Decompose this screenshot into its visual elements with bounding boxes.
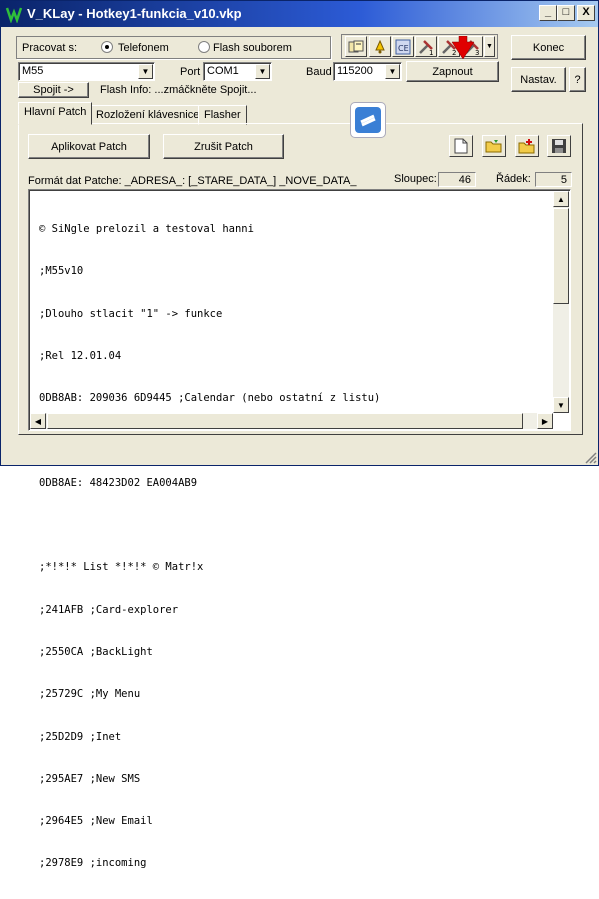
baud-select[interactable]: 115200 ▼ <box>333 62 402 81</box>
toolbar-dropdown-icon[interactable]: ▼ <box>484 36 495 57</box>
svg-text:3: 3 <box>475 49 479 55</box>
baud-label: Baud <box>306 66 332 78</box>
editor-line: ;Rel 12.01.04 <box>39 350 122 363</box>
bell-icon[interactable] <box>369 36 391 57</box>
resize-grip-icon[interactable] <box>584 451 597 464</box>
open-folder-icon[interactable] <box>482 135 506 157</box>
sloupec-label: Sloupec: <box>394 173 437 185</box>
port-value: COM1 <box>207 65 239 77</box>
editor-line: ;Dlouho stlacit "1" -> funkce <box>39 307 223 320</box>
spojit-button[interactable]: Spojit -> <box>18 82 89 98</box>
zapnout-button[interactable]: Zapnout <box>406 61 499 82</box>
editor-line: 0DB8AE: 48423D02 EA004AB9 <box>39 476 198 489</box>
model-value: M55 <box>22 65 44 77</box>
window-title: V_KLay - Hotkey1-funkcia_v10.vkp <box>27 6 242 21</box>
new-file-icon[interactable] <box>449 135 473 157</box>
vertical-scroll-thumb[interactable] <box>553 208 569 304</box>
editor-line: ;2978E9 ;incoming <box>39 857 147 870</box>
radio-flash-file[interactable] <box>198 41 210 53</box>
baud-value: 115200 <box>337 65 373 77</box>
radek-label: Řádek: <box>496 173 531 185</box>
editor-line: ;2964E5 ;New Email <box>39 815 153 828</box>
port-label: Port <box>180 66 201 78</box>
patch-editor[interactable]: © SiNgle prelozil a testoval hanni ;M55v… <box>28 189 571 869</box>
svg-text:1: 1 <box>429 49 433 55</box>
editor-line: ;2550CA ;BackLight <box>39 646 153 658</box>
model-select[interactable]: M55 ▼ <box>18 62 155 81</box>
konec-button[interactable]: Konec <box>511 35 586 60</box>
chevron-down-icon[interactable]: ▼ <box>385 64 400 79</box>
ce-icon[interactable]: CE <box>392 36 414 57</box>
add-folder-icon[interactable] <box>515 135 539 157</box>
editor-line: 0DB8AB: 209036 6D9445 ;Calendar (nebo os… <box>39 392 381 405</box>
tools-1-icon[interactable]: 1 <box>415 36 437 57</box>
app-window: V_KLay - Hotkey1-funkcia_v10.vkp _ □ X P… <box>0 0 599 869</box>
scroll-down-icon[interactable]: ▼ <box>553 397 569 413</box>
sloupec-value: 46 <box>438 172 476 187</box>
pracovat-label: Pracovat s: <box>22 42 78 54</box>
chevron-down-icon[interactable]: ▼ <box>255 64 270 79</box>
siemens-logo <box>350 102 386 138</box>
red-arrow-icon <box>451 36 475 60</box>
radek-value: 5 <box>535 172 572 187</box>
tab-flasher[interactable]: Flasher <box>198 105 247 125</box>
tab-hlavni-patch[interactable]: Hlavní Patch <box>18 102 93 125</box>
editor-line: ;25729C ;My Menu <box>39 688 141 701</box>
horizontal-scroll-thumb[interactable] <box>47 413 523 429</box>
horizontal-scrollbar[interactable]: ◀ ▶ <box>30 413 553 429</box>
apply-patch-button[interactable]: Aplikovat Patch <box>28 134 150 159</box>
save-disk-icon[interactable] <box>547 135 571 157</box>
scroll-left-icon[interactable]: ◀ <box>30 413 46 429</box>
flash-info-text: Flash Info: ...zmáčkněte Spojit... <box>100 84 257 96</box>
cancel-patch-button[interactable]: Zrušit Patch <box>163 134 284 159</box>
editor-line: ;241AFB ;Card-explorer <box>39 603 179 616</box>
patch-text[interactable]: © SiNgle prelozil a testoval hanni ;M55v… <box>39 194 550 899</box>
phone-book-icon[interactable] <box>345 36 367 57</box>
editor-line: ;M55v10 <box>39 265 84 278</box>
help-button[interactable]: ? <box>569 67 586 92</box>
app-logo-icon <box>5 7 23 23</box>
chevron-down-icon[interactable]: ▼ <box>138 64 153 79</box>
logo-s-icon <box>355 107 381 133</box>
radio-flash-label[interactable]: Flash souborem <box>213 42 292 54</box>
close-button[interactable]: X <box>577 5 595 21</box>
editor-line: ;295AE7 ;New SMS <box>39 772 141 785</box>
port-select[interactable]: COM1 ▼ <box>203 62 272 81</box>
scroll-up-icon[interactable]: ▲ <box>553 191 569 207</box>
minimize-button[interactable]: _ <box>539 5 557 21</box>
maximize-button[interactable]: □ <box>557 5 575 21</box>
radio-phone-label[interactable]: Telefonem <box>118 42 169 54</box>
editor-line: ;25D2D9 ;Inet <box>39 730 122 743</box>
scroll-right-icon[interactable]: ▶ <box>537 413 553 429</box>
vertical-scrollbar[interactable]: ▲ ▼ <box>553 191 569 413</box>
tab-rozlozeni-klavesnice[interactable]: Rozložení klávesnice <box>90 105 206 125</box>
nastav-button[interactable]: Nastav. <box>511 67 566 92</box>
title-bar[interactable]: V_KLay - Hotkey1-funkcia_v10.vkp _ □ X <box>1 1 598 27</box>
editor-line: ;*!*!* List *!*!* © Matr!x <box>39 561 204 574</box>
svg-text:CE: CE <box>398 44 409 53</box>
patch-format-text: Formát dat Patche: _ADRESA_: [_STARE_DAT… <box>28 175 357 187</box>
editor-line: © SiNgle prelozil a testoval hanni <box>39 223 254 236</box>
radio-phone[interactable] <box>101 41 113 53</box>
